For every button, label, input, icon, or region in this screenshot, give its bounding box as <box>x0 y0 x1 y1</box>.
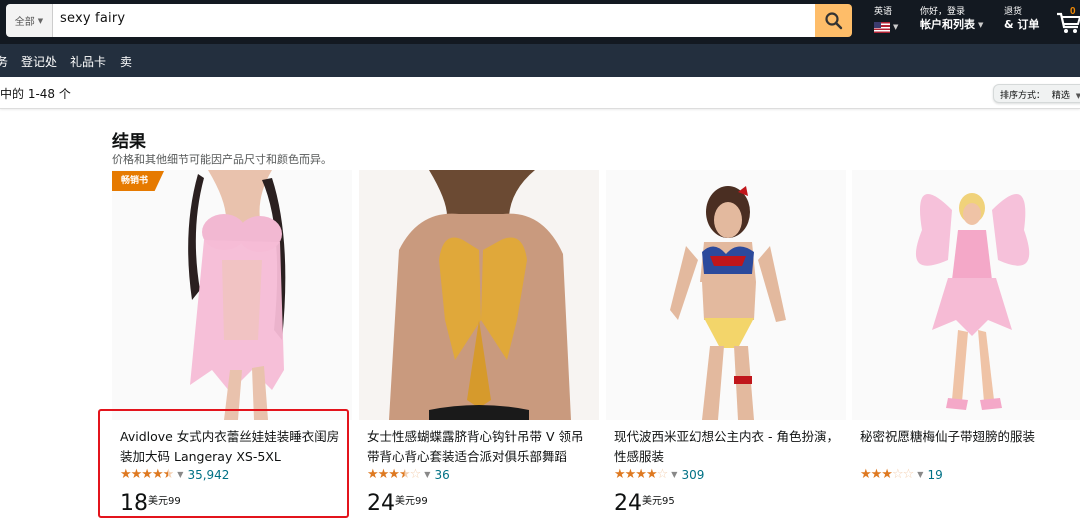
chevron-down-icon: ▼ <box>917 470 924 479</box>
search-category-dropdown[interactable]: 全部 ▼ <box>6 4 53 37</box>
subnav-item-sell[interactable]: 卖 <box>120 53 132 70</box>
results-info-bar: 中的 1-48 个 <box>0 77 1080 109</box>
price-whole: 24 <box>614 491 642 516</box>
account-label: 帐户和列表 <box>920 18 975 31</box>
product-image[interactable] <box>112 170 352 420</box>
product-image[interactable] <box>852 170 1080 420</box>
price-fraction: 99 <box>415 496 428 507</box>
subnav-item-registry[interactable]: 登记处 <box>21 53 57 70</box>
product-image[interactable] <box>606 170 846 420</box>
search-bar: 全部 ▼ sexy fairy <box>6 4 852 37</box>
star-rating-icon: ★★★★☆ <box>367 467 421 482</box>
product-photo-lingerie-icon <box>112 170 352 420</box>
product-card: 女士性感蝴蝶露脐背心钩针吊带 V 领吊带背心背心套装适合派对俱乐部舞蹈 ★★★★… <box>359 170 599 523</box>
product-image[interactable] <box>359 170 599 420</box>
price-whole: 24 <box>367 491 395 516</box>
star-rating-icon: ★★★★☆ <box>614 467 668 482</box>
search-category-label: 全部 <box>14 17 35 28</box>
results-subheading: 价格和其他细节可能因产品尺寸和颜色而异。 <box>112 153 332 166</box>
account-menu[interactable]: 你好，登录 帐户和列表 ▼ <box>920 6 983 32</box>
price-unit: 美元 <box>395 496 415 507</box>
product-photo-costume-icon <box>606 170 846 420</box>
product-title[interactable]: 女士性感蝴蝶露脐背心钩针吊带 V 领吊带背心背心套装适合派对俱乐部舞蹈 <box>367 427 595 467</box>
product-card: 现代波西米亚幻想公主内衣 - 角色扮演，性感服装 ★★★★☆ ▼ 309 24 … <box>606 170 846 523</box>
sort-value: 精选 <box>1051 91 1070 101</box>
results-count: 中的 1-48 个 <box>0 87 71 101</box>
price-fraction: 95 <box>662 496 675 507</box>
product-photo-fairy-costume-icon <box>852 170 1080 420</box>
search-button[interactable] <box>815 4 852 37</box>
product-photo-crochet-top-icon <box>359 170 599 420</box>
price-unit: 美元 <box>642 496 662 507</box>
chevron-down-icon: ▼ <box>1075 92 1080 100</box>
account-greeting: 你好，登录 <box>920 7 966 17</box>
sort-label: 排序方式： <box>1000 91 1046 101</box>
orders-label: & 订单 <box>1004 18 1040 31</box>
chevron-down-icon: ▼ <box>671 470 678 479</box>
review-count[interactable]: 36 <box>434 468 449 482</box>
returns-orders-link[interactable]: 退货 & 订单 <box>1004 6 1039 32</box>
review-count[interactable]: 19 <box>927 468 942 482</box>
sort-dropdown[interactable]: 排序方式： 精选 ▼ <box>993 84 1080 103</box>
product-rating[interactable]: ★★★☆☆ ▼ 19 <box>860 467 943 482</box>
top-nav-bar: 全部 ▼ sexy fairy 英语 ▼ 你好，登录 帐户和列表 ▼ 退货 & … <box>0 0 1080 44</box>
sub-nav-bar: 务 登记处 礼品卡 卖 <box>0 44 1080 77</box>
product-price: 24 美元 99 <box>367 492 428 516</box>
returns-label: 退货 <box>1004 7 1023 17</box>
product-rating[interactable]: ★★★★☆ ▼ 309 <box>614 467 704 482</box>
chevron-down-icon: ▼ <box>37 16 44 25</box>
cart-button[interactable]: 0 <box>1056 6 1080 38</box>
highlight-box <box>98 409 349 518</box>
results-heading: 结果 <box>112 132 146 152</box>
product-title[interactable]: 现代波西米亚幻想公主内衣 - 角色扮演，性感服装 <box>614 427 842 467</box>
product-title[interactable]: 秘密祝愿糖梅仙子带翅膀的服装 <box>860 427 1080 447</box>
svg-text:0: 0 <box>1070 6 1076 17</box>
language-label: 英语 <box>874 7 893 17</box>
us-flag-icon <box>874 21 890 33</box>
language-selector[interactable]: 英语 ▼ <box>874 6 898 34</box>
star-rating-icon: ★★★☆☆ <box>860 467 914 482</box>
product-price: 24 美元 95 <box>614 492 675 516</box>
subnav-item[interactable]: 务 <box>0 53 8 70</box>
search-icon <box>824 11 842 29</box>
chevron-down-icon: ▼ <box>893 23 899 31</box>
search-input[interactable]: sexy fairy <box>53 4 815 37</box>
cart-icon: 0 <box>1057 6 1080 33</box>
product-rating[interactable]: ★★★★☆ ▼ 36 <box>367 467 450 482</box>
subnav-item-gift-cards[interactable]: 礼品卡 <box>70 53 106 70</box>
product-card: 秘密祝愿糖梅仙子带翅膀的服装 ★★★☆☆ ▼ 19 <box>852 170 1080 523</box>
chevron-down-icon: ▼ <box>424 470 431 479</box>
review-count[interactable]: 309 <box>681 468 704 482</box>
chevron-down-icon: ▼ <box>978 21 984 29</box>
